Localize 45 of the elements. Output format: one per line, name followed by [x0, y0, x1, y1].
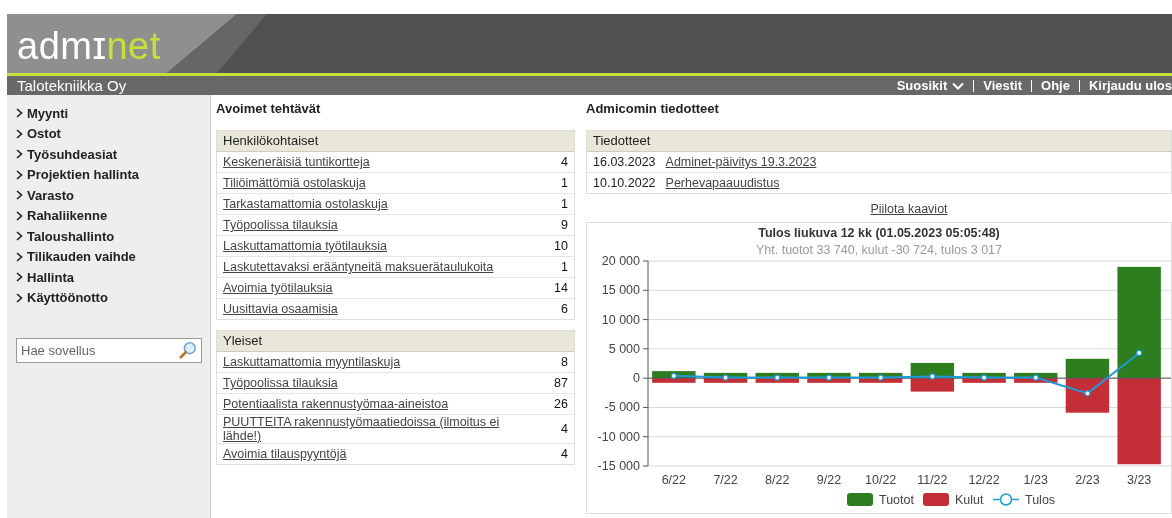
axis-tick-label: 7/22	[713, 473, 738, 487]
legend-label: Kulut	[955, 493, 984, 507]
axis-tick-label: 2/23	[1075, 473, 1100, 487]
task-count: 6	[561, 302, 568, 316]
task-count: 4	[561, 155, 568, 169]
section-title: Admicomin tiedotteet	[586, 101, 720, 116]
legend-label: Tulos	[1025, 493, 1056, 507]
axis-tick-label: 15 000	[601, 283, 640, 298]
task-count: 26	[554, 397, 568, 411]
axis-tick-label: -5 000	[604, 400, 640, 415]
table-header: Yleiset	[217, 331, 574, 352]
axis-tick-label: 20 000	[601, 254, 640, 268]
axis-tick-label: 10 000	[601, 312, 640, 327]
axis-tick-label: 10/22	[865, 473, 897, 487]
axis-tick-label: 1/23	[1023, 473, 1048, 487]
task-count: 1	[561, 197, 568, 211]
news-date: 16.03.2023	[593, 155, 656, 169]
legend-label: Tuotot	[879, 493, 914, 507]
chart-title: Tulos liukuva 12 kk (01.05.2023 05:05:48)	[758, 226, 1000, 240]
task-count: 1	[561, 260, 568, 274]
axis-tick-label: 6/22	[661, 473, 686, 487]
axis-tick-label: -15 000	[597, 459, 640, 473]
axis-tick-label: -10 000	[597, 429, 640, 444]
axis-tick-label: 0	[633, 371, 640, 386]
axis-tick-label: 5 000	[608, 341, 640, 356]
section-title: Avoimet tehtävät	[216, 101, 322, 116]
company-name: Talotekniikka Oy	[17, 77, 127, 94]
task-count: 4	[561, 447, 568, 461]
axis-tick-label: 11/22	[917, 473, 948, 487]
task-count: 87	[554, 376, 568, 390]
news-date: 10.10.2022	[593, 176, 656, 190]
logo: admɪnet	[17, 26, 161, 66]
chart-subtitle: Yht. tuotot 33 740, kulut -30 724, tulos 3 017	[756, 243, 1002, 257]
axis-tick-label: 9/22	[816, 473, 842, 487]
task-count: 1	[561, 176, 568, 190]
task-count: 8	[561, 355, 568, 369]
task-count: 9	[561, 218, 568, 232]
axis-tick-label: 12/22	[968, 473, 1000, 487]
axis-tick-label: 8/22	[765, 473, 790, 487]
table-header: Henkilökohtaiset	[217, 131, 574, 152]
table-header: Tiedotteet	[587, 131, 1171, 152]
task-count: 14	[554, 281, 568, 295]
task-count: 4	[561, 422, 568, 436]
task-count: 10	[554, 239, 568, 253]
axis-tick-label: 3/23	[1127, 473, 1152, 487]
